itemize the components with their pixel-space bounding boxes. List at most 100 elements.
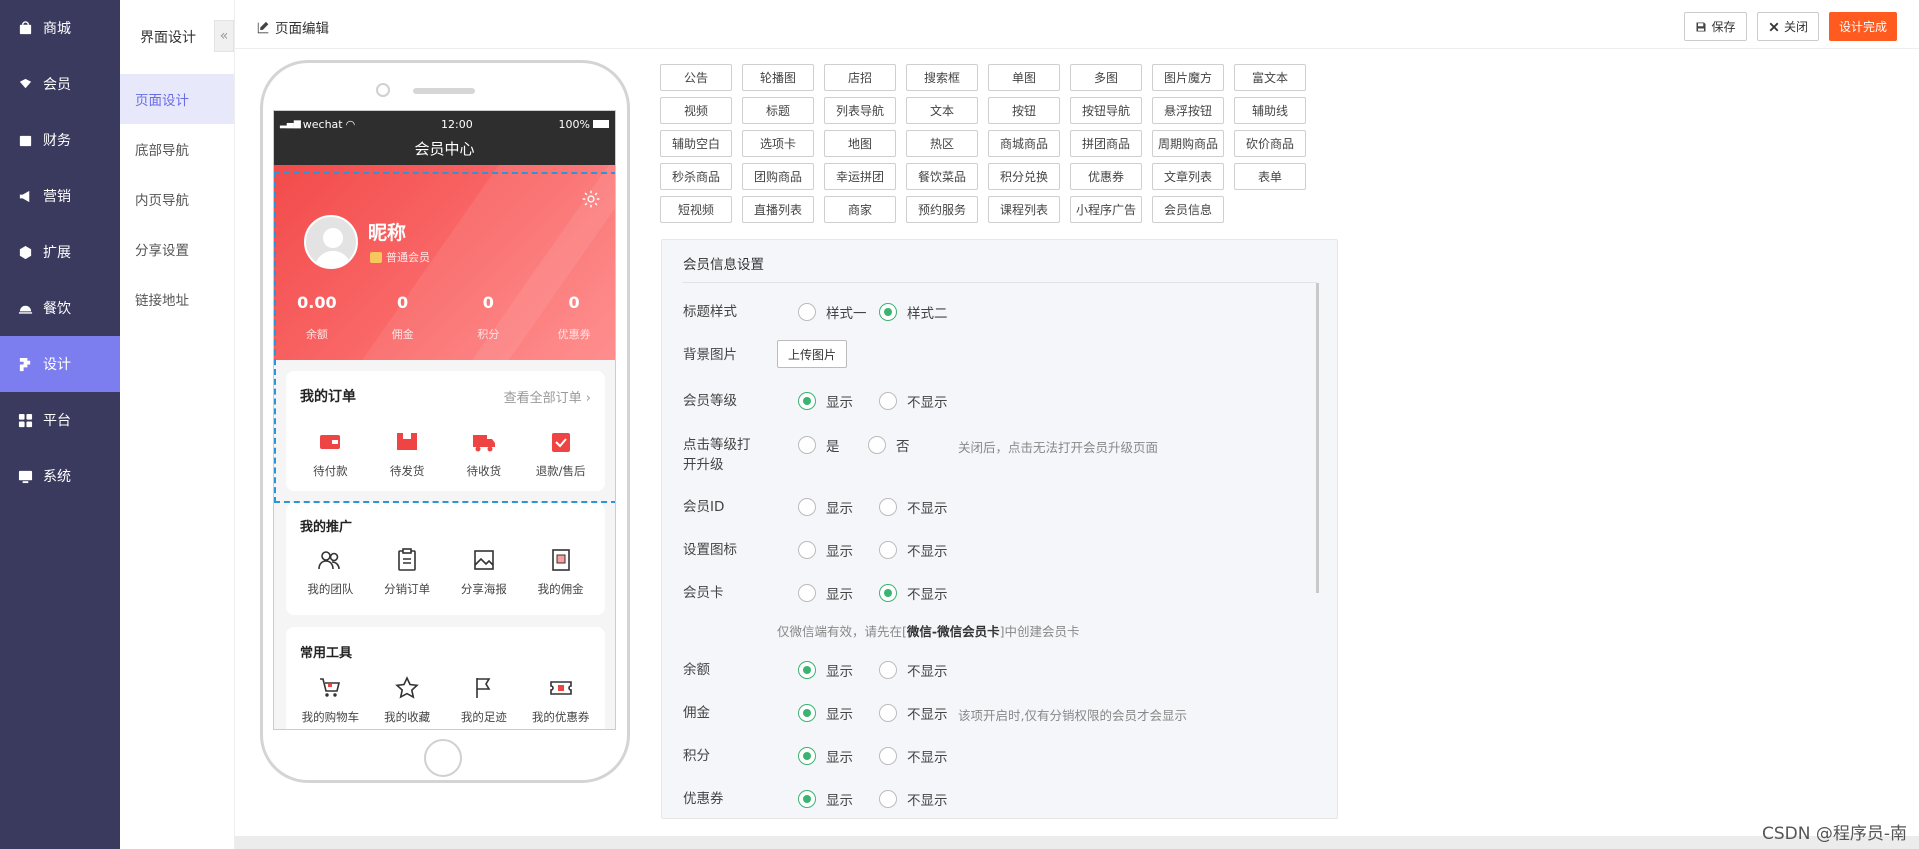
subnav-item-4[interactable]: 链接地址 (120, 274, 234, 324)
component-button[interactable]: 秒杀商品 (660, 163, 732, 190)
component-button[interactable]: 砍价商品 (1234, 130, 1306, 157)
sidebar-item-1[interactable]: 会员 (0, 56, 120, 112)
radio-option-2[interactable] (868, 436, 886, 454)
component-button[interactable]: 按钮导航 (1070, 97, 1142, 124)
setting-option-1[interactable]: 显示 (798, 703, 853, 723)
component-button[interactable]: 拼团商品 (1070, 130, 1142, 157)
radio-option-2[interactable] (879, 747, 897, 765)
component-button[interactable]: 文章列表 (1152, 163, 1224, 190)
radio-option-2[interactable] (879, 498, 897, 516)
component-button[interactable]: 表单 (1234, 163, 1306, 190)
sidebar-item-3[interactable]: 营销 (0, 168, 120, 224)
setting-option-1[interactable]: 显示 (798, 540, 853, 560)
radio-option-2[interactable] (879, 704, 897, 722)
setting-option-2[interactable]: 不显示 (879, 789, 948, 809)
radio-option-1[interactable] (798, 704, 816, 722)
component-button[interactable]: 多图 (1070, 64, 1142, 91)
component-button[interactable]: 幸运拼团 (824, 163, 896, 190)
component-button[interactable]: 餐饮菜品 (906, 163, 978, 190)
tool-item-0[interactable]: 我的购物车 (292, 675, 369, 725)
component-button[interactable]: 单图 (988, 64, 1060, 91)
setting-option-1[interactable]: 显示 (798, 660, 853, 680)
collapse-toggle[interactable]: « (214, 20, 234, 52)
setting-option-1[interactable]: 显示 (798, 746, 853, 766)
component-button[interactable]: 辅助空白 (660, 130, 732, 157)
component-button[interactable]: 商城商品 (988, 130, 1060, 157)
upload-image-button[interactable]: 上传图片 (777, 340, 847, 368)
radio-option-2[interactable] (879, 790, 897, 808)
promo-item-1[interactable]: 分销订单 (369, 547, 446, 597)
component-button[interactable]: 小程序广告 (1070, 196, 1142, 223)
tool-item-2[interactable]: 我的足迹 (446, 675, 523, 725)
promo-item-0[interactable]: 我的团队 (292, 547, 369, 597)
sidebar-item-4[interactable]: 扩展 (0, 224, 120, 280)
radio-option-1[interactable] (798, 541, 816, 559)
save-button[interactable]: 保存 (1684, 12, 1747, 41)
component-button[interactable]: 优惠券 (1070, 163, 1142, 190)
setting-option-1[interactable]: 显示 (798, 391, 853, 411)
promo-item-2[interactable]: 分享海报 (446, 547, 523, 597)
component-button[interactable]: 团购商品 (742, 163, 814, 190)
component-button[interactable]: 店招 (824, 64, 896, 91)
title-style-option-2[interactable]: 样式二 (879, 302, 948, 322)
component-button[interactable]: 课程列表 (988, 196, 1060, 223)
radio-option-1[interactable] (798, 747, 816, 765)
component-button[interactable]: 预约服务 (906, 196, 978, 223)
component-button[interactable]: 视频 (660, 97, 732, 124)
sidebar-item-5[interactable]: 餐饮 (0, 280, 120, 336)
component-button[interactable]: 富文本 (1234, 64, 1306, 91)
component-button[interactable]: 按钮 (988, 97, 1060, 124)
radio-option-1[interactable] (798, 790, 816, 808)
component-button[interactable]: 列表导航 (824, 97, 896, 124)
component-button[interactable]: 热区 (906, 130, 978, 157)
close-button[interactable]: 关闭 (1757, 12, 1819, 41)
radio-option-1[interactable] (798, 392, 816, 410)
tool-item-3[interactable]: 我的优惠券 (522, 675, 599, 725)
component-button[interactable]: 选项卡 (742, 130, 814, 157)
setting-option-2[interactable]: 不显示 (879, 540, 948, 560)
component-button[interactable]: 文本 (906, 97, 978, 124)
component-button[interactable]: 积分兑换 (988, 163, 1060, 190)
sidebar-item-6[interactable]: 设计 (0, 336, 120, 392)
setting-option-1[interactable]: 是 (798, 435, 840, 455)
component-button[interactable]: 商家 (824, 196, 896, 223)
component-button[interactable]: 轮播图 (742, 64, 814, 91)
setting-option-2[interactable]: 不显示 (879, 583, 948, 603)
component-button[interactable]: 会员信息 (1152, 196, 1224, 223)
subnav-item-1[interactable]: 底部导航 (120, 124, 234, 174)
component-button[interactable]: 辅助线 (1234, 97, 1306, 124)
design-done-button[interactable]: 设计完成 (1829, 12, 1897, 41)
radio-option-1[interactable] (798, 498, 816, 516)
setting-option-2[interactable]: 不显示 (879, 703, 948, 723)
setting-option-2[interactable]: 不显示 (879, 497, 948, 517)
component-button[interactable]: 图片魔方 (1152, 64, 1224, 91)
radio-title-style-1[interactable] (798, 303, 816, 321)
setting-option-2[interactable]: 不显示 (879, 660, 948, 680)
radio-option-2[interactable] (879, 541, 897, 559)
radio-option-1[interactable] (798, 436, 816, 454)
tool-item-1[interactable]: 我的收藏 (369, 675, 446, 725)
radio-option-2[interactable] (879, 392, 897, 410)
radio-option-1[interactable] (798, 584, 816, 602)
component-button[interactable]: 搜索框 (906, 64, 978, 91)
subnav-item-3[interactable]: 分享设置 (120, 224, 234, 274)
radio-option-2[interactable] (879, 584, 897, 602)
sidebar-item-7[interactable]: 平台 (0, 392, 120, 448)
subnav-item-2[interactable]: 内页导航 (120, 174, 234, 224)
setting-option-1[interactable]: 显示 (798, 789, 853, 809)
radio-option-1[interactable] (798, 661, 816, 679)
sidebar-item-2[interactable]: 财务 (0, 112, 120, 168)
radio-title-style-2[interactable] (879, 303, 897, 321)
promo-item-3[interactable]: 我的佣金 (522, 547, 599, 597)
component-button[interactable]: 直播列表 (742, 196, 814, 223)
sidebar-item-0[interactable]: 商城 (0, 0, 120, 56)
component-button[interactable]: 悬浮按钮 (1152, 97, 1224, 124)
setting-option-1[interactable]: 显示 (798, 497, 853, 517)
component-button[interactable]: 短视频 (660, 196, 732, 223)
setting-option-2[interactable]: 否 (868, 435, 910, 455)
subnav-item-0[interactable]: 页面设计 (120, 74, 234, 124)
sidebar-item-8[interactable]: 系统 (0, 448, 120, 504)
component-button[interactable]: 公告 (660, 64, 732, 91)
component-button[interactable]: 周期购商品 (1152, 130, 1224, 157)
component-button[interactable]: 地图 (824, 130, 896, 157)
